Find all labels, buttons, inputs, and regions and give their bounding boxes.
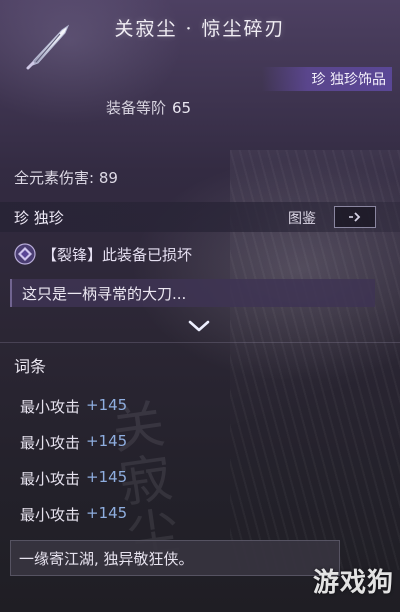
gem-icon	[14, 243, 36, 265]
divider	[0, 342, 400, 343]
affix-value: +145	[86, 504, 128, 522]
affix-value: +145	[86, 396, 128, 414]
blade-icon	[26, 24, 70, 70]
rarity-label: 珍 独珍	[14, 209, 64, 227]
codex-button[interactable]	[334, 206, 376, 228]
chevron-right-icon	[349, 212, 361, 222]
rarity-row: 珍 独珍 图鉴	[0, 202, 400, 232]
affix-list: 最小攻击 +145 最小攻击 +145 最小攻击 +145 最小攻击 +145	[20, 396, 127, 540]
item-motto: 一缘寄江湖, 独异敬狂侠。	[10, 540, 340, 576]
watermark-logo: 游戏狗	[312, 568, 394, 598]
equip-level: 装备等阶 65	[106, 97, 191, 118]
status-row: 【裂锋】此装备已损坏	[14, 242, 192, 266]
affix-name: 最小攻击	[20, 398, 81, 416]
affix-item: 最小攻击 +145	[20, 396, 127, 432]
codex-label: 图鉴	[288, 211, 316, 227]
affix-item: 最小攻击 +145	[20, 432, 127, 468]
chevron-down-icon[interactable]	[186, 318, 212, 334]
affix-value: +145	[86, 468, 128, 486]
equip-level-label: 装备等阶	[106, 99, 167, 117]
affix-name: 最小攻击	[20, 434, 81, 452]
affix-value: +145	[86, 432, 128, 450]
affix-name: 最小攻击	[20, 470, 81, 488]
status-text: 【裂锋】此装备已损坏	[42, 245, 193, 264]
affix-section-title: 词条	[14, 357, 47, 376]
affix-name: 最小攻击	[20, 506, 81, 524]
item-description: 这只是一柄寻常的大刀...	[10, 279, 375, 307]
affix-item: 最小攻击 +145	[20, 468, 127, 504]
stat-elemental-damage: 全元素伤害: 89	[14, 169, 118, 187]
equip-level-value: 65	[172, 99, 192, 117]
rarity-badge: 珍 独珍饰品	[262, 67, 392, 91]
affix-item: 最小攻击 +145	[20, 504, 127, 540]
